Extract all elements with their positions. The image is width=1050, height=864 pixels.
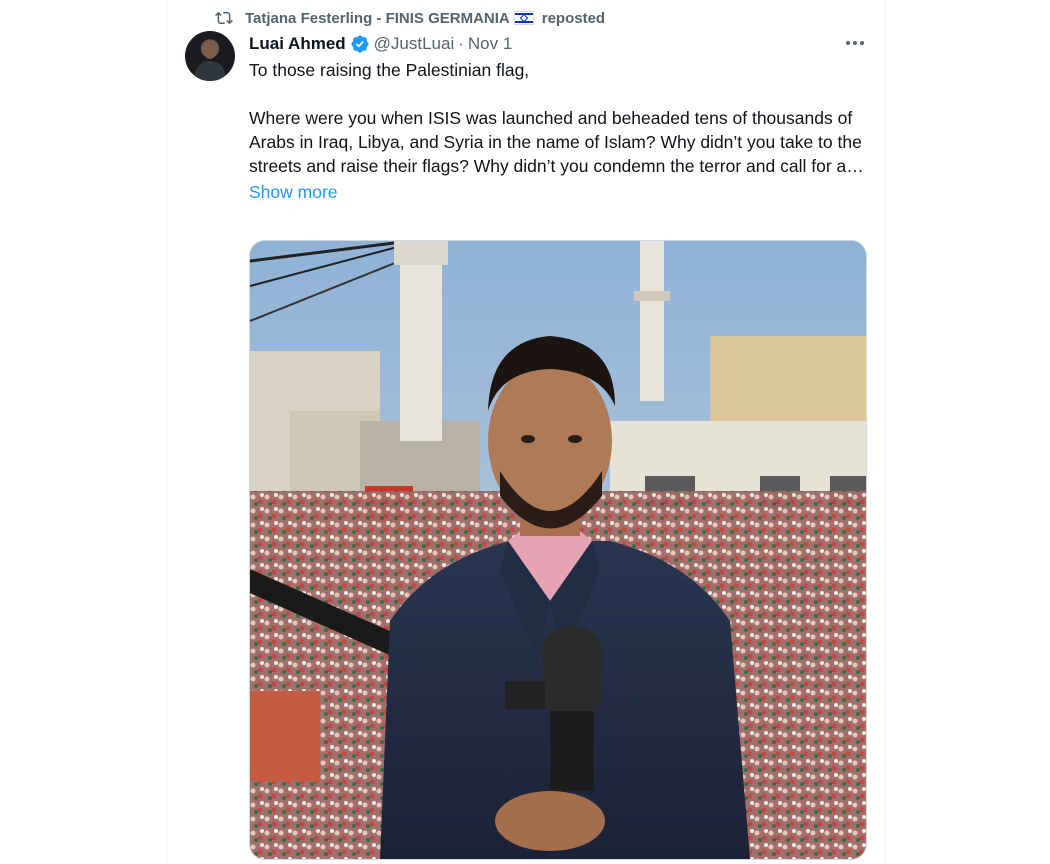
timeline-column: Tatjana Festerling - FINIS GERMANIA repo… [166, 0, 886, 864]
more-options-icon[interactable] [843, 32, 867, 54]
repost-icon [215, 11, 233, 25]
verified-badge-icon[interactable] [350, 34, 370, 54]
tweet-text-line-2: Where were you when ISIS was launched an… [249, 108, 864, 176]
author-name[interactable]: Luai Ahmed [249, 34, 346, 54]
reposter-name[interactable]: Tatjana Festerling - FINIS GERMANIA [245, 10, 510, 27]
media-photo [250, 241, 866, 859]
tweet-media-image[interactable] [249, 240, 867, 860]
repost-label[interactable]: Tatjana Festerling - FINIS GERMANIA repo… [245, 10, 605, 27]
author-handle[interactable]: @JustLuai [374, 34, 455, 54]
tweet-text-line-1: To those raising the Palestinian flag, [249, 60, 530, 80]
tweet-body: To those raising the Palestinian flag, W… [249, 58, 869, 204]
avatar[interactable] [185, 31, 235, 81]
reposted-suffix: reposted [541, 9, 606, 27]
tweet-date[interactable]: Nov 1 [468, 34, 512, 54]
tweet-header: Luai Ahmed @JustLuai · Nov 1 [249, 32, 512, 56]
israel-flag-icon [513, 11, 534, 25]
repost-context[interactable]: Tatjana Festerling - FINIS GERMANIA repo… [215, 8, 605, 28]
separator-dot: · [458, 34, 464, 53]
show-more-link[interactable]: Show more [249, 180, 869, 204]
